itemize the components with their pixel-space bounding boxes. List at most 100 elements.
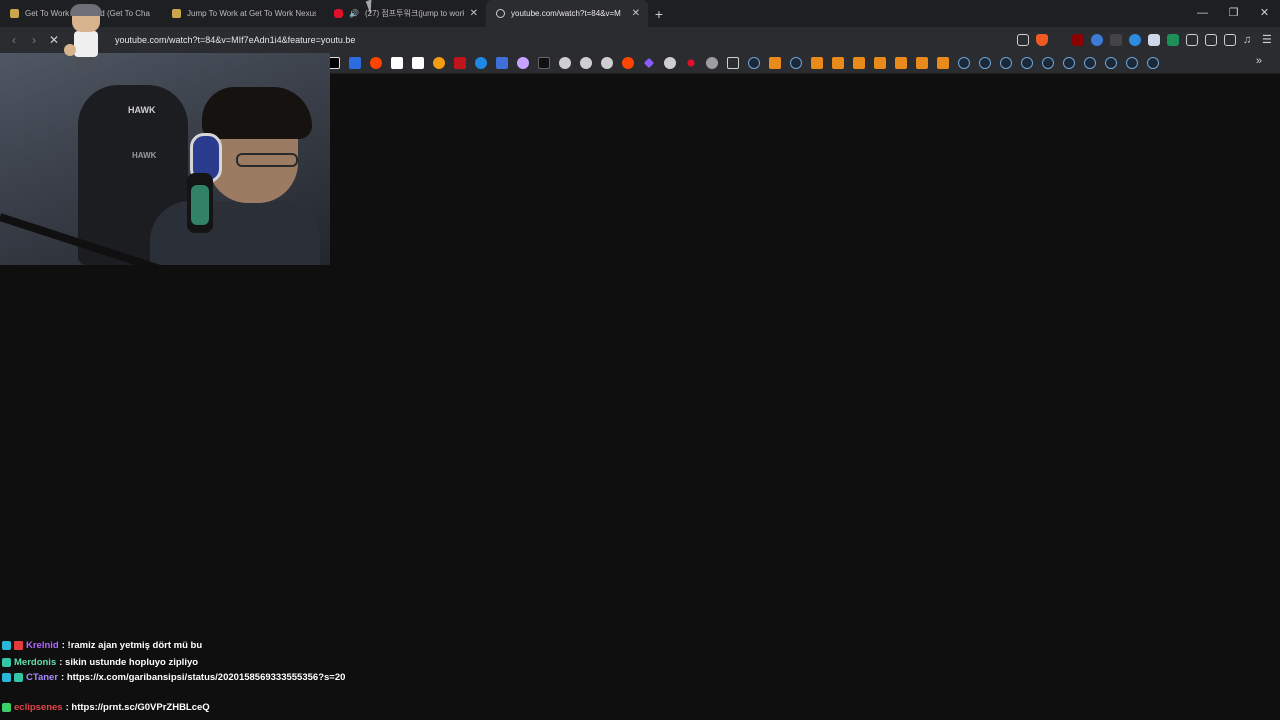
bookmark-orange-icon[interactable] bbox=[853, 57, 865, 69]
new-tab-button[interactable]: + bbox=[648, 6, 670, 22]
globe-icon bbox=[496, 9, 505, 18]
reddit-icon[interactable] bbox=[370, 57, 382, 69]
badge-icon bbox=[2, 672, 11, 682]
chat-username: eclipsenes bbox=[14, 701, 63, 713]
microphone-light bbox=[191, 185, 209, 225]
stop-loading-button[interactable]: ✕ bbox=[44, 33, 64, 47]
badge-icon bbox=[14, 672, 23, 682]
chair-logo-secondary: HAWK bbox=[132, 151, 157, 160]
badge-icon bbox=[2, 658, 11, 667]
tab-jump-to-work-nexus[interactable]: Jump To Work at Get To Work Nexus bbox=[162, 0, 324, 27]
steam-icon[interactable] bbox=[1105, 57, 1117, 69]
tab-strip: Get To Work Collected (Get To Cha Jump T… bbox=[0, 0, 1280, 27]
extension-blue-icon[interactable] bbox=[1129, 34, 1141, 46]
bookmark-icon[interactable] bbox=[496, 57, 508, 69]
bookmark-icon[interactable] bbox=[433, 57, 445, 69]
steam-icon[interactable] bbox=[1084, 57, 1096, 69]
steam-icon[interactable] bbox=[979, 57, 991, 69]
tab-youtube-watch[interactable]: youtube.com/watch?t=84&v=M ✕ bbox=[486, 0, 648, 27]
steam-icon[interactable] bbox=[790, 57, 802, 69]
bookmark-icon[interactable] bbox=[687, 59, 695, 67]
steam-icon[interactable] bbox=[1063, 57, 1075, 69]
bookmark-orange-icon[interactable] bbox=[769, 57, 781, 69]
bookmark-orange-icon[interactable] bbox=[937, 57, 949, 69]
reddit-icon[interactable] bbox=[622, 57, 634, 69]
bookmark-orange-icon[interactable] bbox=[874, 57, 886, 69]
globe-icon[interactable] bbox=[559, 57, 571, 69]
steam-icon[interactable] bbox=[1021, 57, 1033, 69]
globe-icon[interactable] bbox=[601, 57, 613, 69]
forward-button[interactable]: › bbox=[24, 33, 44, 47]
globe-icon[interactable] bbox=[580, 57, 592, 69]
back-button[interactable]: ‹ bbox=[4, 33, 24, 47]
bookmark-icon[interactable] bbox=[643, 57, 655, 69]
close-tab-icon[interactable]: ✕ bbox=[632, 8, 640, 19]
wallet-icon[interactable] bbox=[1224, 34, 1236, 46]
more-bookmarks-icon[interactable]: » bbox=[1256, 55, 1262, 67]
menu-icon[interactable]: ☰ bbox=[1262, 34, 1274, 46]
streamer-hair bbox=[202, 87, 312, 139]
close-tab-icon[interactable]: ✕ bbox=[470, 8, 478, 19]
minimize-button[interactable]: — bbox=[1187, 0, 1218, 27]
speaker-icon[interactable]: 🔊 bbox=[349, 9, 359, 18]
bookmark-icon[interactable] bbox=[475, 57, 487, 69]
media-icon[interactable]: ♫ bbox=[1243, 34, 1255, 46]
extension-k-icon[interactable] bbox=[1167, 34, 1179, 46]
chat-text: : sikin ustunde hopluyo zipliyo bbox=[59, 656, 199, 668]
amazon-icon[interactable] bbox=[412, 57, 424, 69]
extension-icon[interactable] bbox=[1110, 34, 1122, 46]
tab-youtube-jump-to-work[interactable]: 🔊 (27) 점프투워크(jump to work ✕ bbox=[324, 0, 486, 27]
bookmark-icon[interactable] bbox=[454, 57, 466, 69]
badge-icon bbox=[2, 641, 11, 650]
sidebar-icon[interactable] bbox=[1205, 34, 1217, 46]
navigation-bar: ‹ › ✕ youtube.com/watch?t=84&v=MIf7eAdn1… bbox=[0, 27, 1280, 53]
bookmark-orange-icon[interactable] bbox=[811, 57, 823, 69]
badge-icon bbox=[2, 703, 11, 712]
bookmark-orange-icon[interactable] bbox=[916, 57, 928, 69]
kick-icon[interactable] bbox=[538, 57, 550, 69]
url-text: youtube.com/watch?t=84&v=MIf7eAdn1i4&fea… bbox=[115, 35, 356, 45]
badge-icon bbox=[14, 641, 23, 650]
steam-icon[interactable] bbox=[1126, 57, 1138, 69]
tab-title: Jump To Work at Get To Work Nexus bbox=[187, 9, 316, 18]
bookmark-orange-icon[interactable] bbox=[832, 57, 844, 69]
brave-shield-icon[interactable] bbox=[1036, 34, 1048, 46]
folder-icon[interactable] bbox=[727, 57, 739, 69]
bookmark-icon[interactable] bbox=[706, 57, 718, 69]
steam-icon[interactable] bbox=[1147, 57, 1159, 69]
streamer-body bbox=[150, 201, 320, 265]
close-window-button[interactable]: ✕ bbox=[1249, 0, 1280, 27]
chair-logo: HAWK bbox=[128, 105, 156, 115]
tab-title: (27) 점프투워크(jump to work bbox=[364, 9, 464, 18]
chat-username: Krelnid bbox=[26, 639, 59, 651]
chat-overlay: Krelnid : !ramiz ajan yetmiş dört mü bu … bbox=[2, 637, 402, 716]
bookmark-orange-icon[interactable] bbox=[895, 57, 907, 69]
ublock-icon[interactable] bbox=[1072, 34, 1084, 46]
share-icon[interactable] bbox=[1017, 34, 1029, 46]
glasses bbox=[236, 153, 298, 167]
steam-icon[interactable] bbox=[748, 57, 760, 69]
chat-message: Krelnid : !ramiz ajan yetmiş dört mü bu bbox=[2, 637, 402, 654]
restore-button[interactable]: ❐ bbox=[1218, 0, 1249, 27]
tab-title: youtube.com/watch?t=84&v=M bbox=[511, 9, 621, 18]
chat-message: eclipsenes : https://prnt.sc/G0VPrZHBLce… bbox=[2, 699, 402, 716]
toolbar-extensions: ♫ ☰ bbox=[1017, 27, 1274, 53]
extensions-puzzle-icon[interactable] bbox=[1186, 34, 1198, 46]
bookmark-icon[interactable] bbox=[349, 57, 361, 69]
chat-text: : https://x.com/garibansipsi/status/2020… bbox=[61, 672, 346, 683]
steam-icon[interactable] bbox=[958, 57, 970, 69]
steam-icon[interactable] bbox=[1000, 57, 1012, 69]
chat-message: Merdonis : sikin ustunde hopluyo zipliyo bbox=[2, 654, 402, 671]
chat-username: Merdonis bbox=[14, 656, 57, 668]
address-bar[interactable]: youtube.com/watch?t=84&v=MIf7eAdn1i4&fea… bbox=[105, 30, 1040, 50]
mascot-sticker bbox=[64, 4, 106, 72]
bookmark-p-icon[interactable] bbox=[391, 57, 403, 69]
chat-text: : https://prnt.sc/G0VPrZHBLceQ bbox=[65, 701, 210, 713]
steam-icon[interactable] bbox=[1042, 57, 1054, 69]
audio-extension-icon[interactable] bbox=[1091, 34, 1103, 46]
globe-icon[interactable] bbox=[664, 57, 676, 69]
bookmark-icon[interactable] bbox=[517, 57, 529, 69]
extension-window-icon[interactable] bbox=[1148, 34, 1160, 46]
chat-text: : !ramiz ajan yetmiş dört mü bu bbox=[61, 639, 203, 651]
chat-message: CTaner: https://x.com/garibansipsi/statu… bbox=[2, 671, 402, 699]
